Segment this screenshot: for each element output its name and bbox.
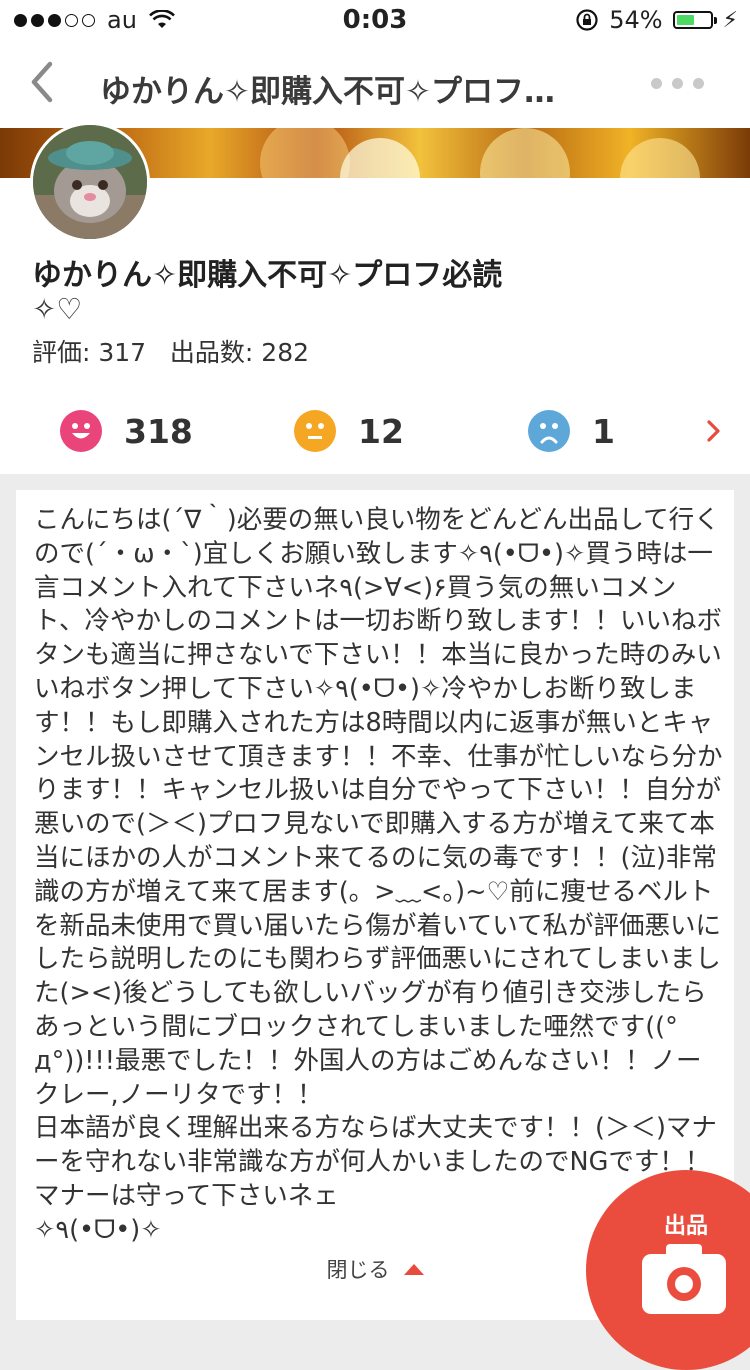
caret-up-icon [403, 1263, 424, 1275]
rating-good-count: 318 [124, 411, 193, 451]
nav-bar: ゆかりん✧即購入不可✧プロフ… [0, 40, 750, 128]
chevron-right-icon[interactable] [704, 416, 724, 446]
back-icon[interactable] [22, 54, 62, 110]
profile-stats: 評価: 317 出品数: 282 [32, 338, 310, 367]
rating-good: 318 [60, 410, 193, 452]
status-bar: au 0:03 54% ⚡︎ [0, 0, 750, 40]
profile-name-suffix: ✧♡ [32, 292, 83, 326]
happy-face-icon [60, 410, 102, 452]
avatar-image [33, 125, 147, 239]
nav-title: ゆかりん✧即購入不可✧プロフ… [100, 74, 555, 110]
description-text: こんにちは(´∇｀)必要の無い良い物をどんどん出品して行くので(´・ω・`)宜し… [34, 505, 723, 1245]
battery-icon [672, 11, 717, 29]
profile-section: ゆかりん✧即購入不可✧プロフ必読 ✧♡ 評価: 317 出品数: 282 318… [0, 122, 750, 474]
rotation-lock-icon [576, 9, 598, 31]
battery-percent: 54% [609, 6, 663, 34]
neutral-face-icon [294, 410, 336, 452]
rating-bad-count: 1 [592, 411, 615, 451]
avatar[interactable] [30, 122, 150, 242]
camera-icon [642, 1244, 726, 1314]
rating-normal: 12 [294, 410, 404, 452]
battery-fill [676, 15, 694, 25]
close-label: 閉じる [326, 1258, 390, 1282]
rating-normal-count: 12 [358, 411, 404, 451]
status-right: 54% ⚡︎ [575, 6, 738, 34]
ratings-row[interactable]: 318 12 1 [0, 390, 750, 474]
sad-face-icon [528, 410, 570, 452]
sell-label: 出品 [663, 1214, 708, 1239]
rating-bad: 1 [528, 410, 615, 452]
profile-name: ゆかりん✧即購入不可✧プロフ必読 [32, 258, 503, 293]
charging-icon: ⚡︎ [722, 7, 738, 33]
more-icon[interactable] [651, 78, 704, 89]
